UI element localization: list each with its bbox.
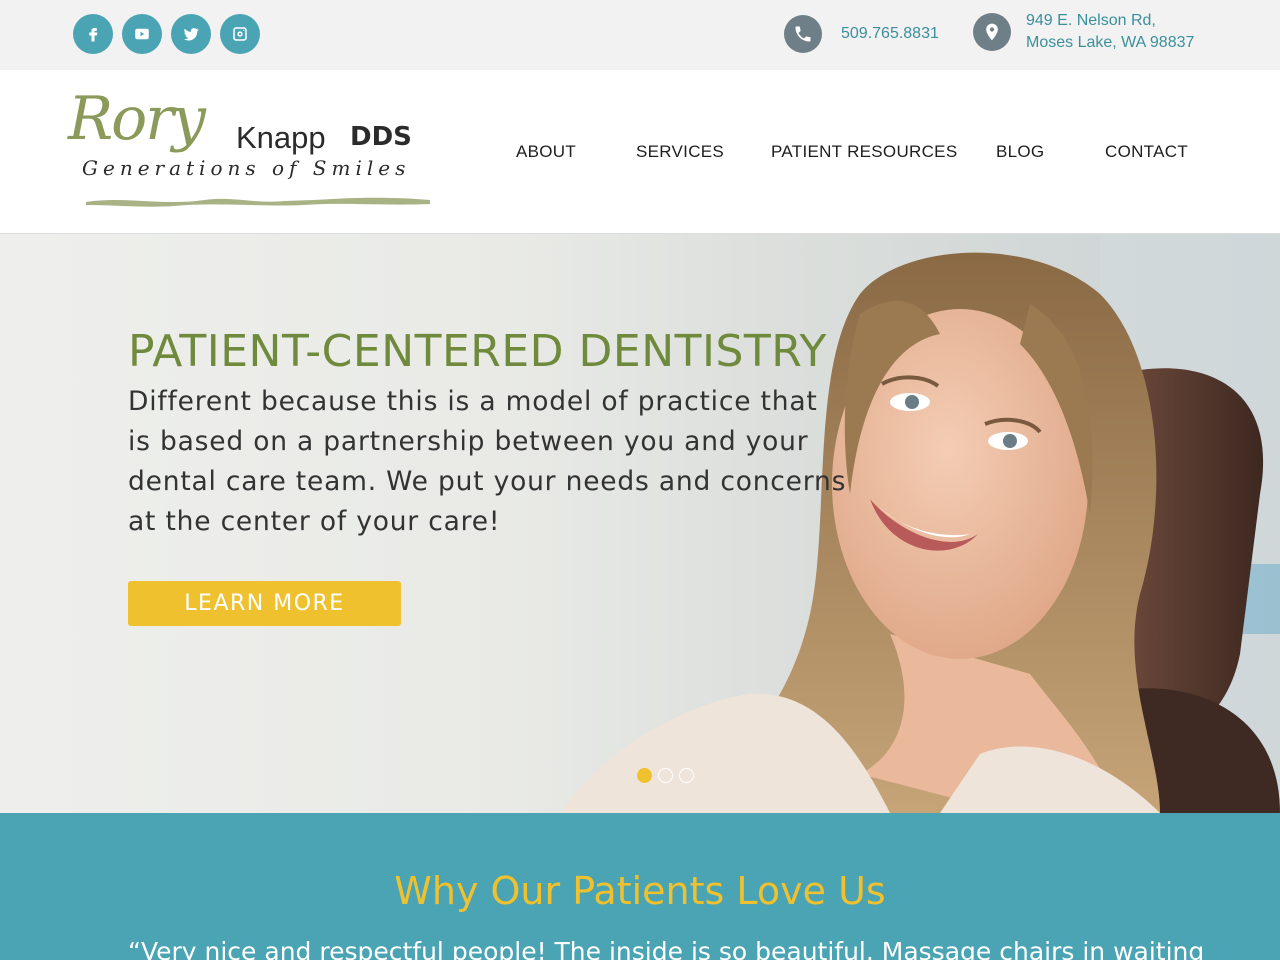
instagram-button[interactable]	[220, 14, 260, 54]
phone-contact: 509.765.8831	[784, 15, 939, 53]
site-logo[interactable]: Rory Knapp DDS Generations of Smiles	[68, 84, 436, 216]
slider-dot-2[interactable]	[658, 768, 673, 783]
hero-description: Different because this is a model of pra…	[128, 386, 847, 537]
logo-tagline: Generations of Smiles	[82, 156, 411, 180]
logo-script-text: Rory	[68, 84, 206, 154]
youtube-button[interactable]	[122, 14, 162, 54]
logo-brush-stroke	[86, 197, 430, 207]
phone-icon-circle	[784, 15, 822, 53]
phone-number-link[interactable]: 509.765.8831	[841, 25, 939, 43]
address-line-1: 949 E. Nelson Rd,	[1026, 12, 1156, 29]
twitter-button[interactable]	[171, 14, 211, 54]
top-bar: 509.765.8831 949 E. Nelson Rd, Moses Lak…	[0, 0, 1280, 70]
learn-more-button[interactable]: LEARN MORE	[128, 581, 401, 626]
testimonial-quote: “Very nice and respectful people! The in…	[128, 937, 1205, 960]
youtube-icon	[135, 28, 149, 40]
location-icon-circle	[973, 13, 1011, 51]
logo-name-text: Knapp	[236, 120, 326, 155]
social-links	[73, 14, 260, 54]
phone-icon	[795, 26, 811, 42]
hero-slider: PATIENT-CENTERED DENTISTRY Different bec…	[0, 234, 1280, 813]
testimonials-section: Why Our Patients Love Us “Very nice and …	[0, 813, 1280, 960]
address-line-2: Moses Lake, WA 98837	[1026, 34, 1195, 51]
nav-about[interactable]: ABOUT	[516, 142, 576, 162]
map-pin-icon	[986, 23, 998, 41]
slider-dot-1[interactable]	[637, 768, 652, 783]
slider-dots	[637, 768, 694, 783]
testimonials-title: Why Our Patients Love Us	[394, 869, 886, 913]
main-nav: ABOUT SERVICES PATIENT RESOURCES BLOG CO…	[516, 142, 1196, 164]
facebook-button[interactable]	[73, 14, 113, 54]
address-link[interactable]: 949 E. Nelson Rd, Moses Lake, WA 98837	[1026, 10, 1194, 54]
hero-title: PATIENT-CENTERED DENTISTRY	[128, 326, 827, 377]
logo-suffix-text: DDS	[350, 122, 412, 152]
address-contact: 949 E. Nelson Rd, Moses Lake, WA 98837	[973, 10, 1194, 54]
facebook-icon	[89, 28, 98, 42]
nav-services[interactable]: SERVICES	[636, 142, 724, 162]
nav-patient-resources[interactable]: PATIENT RESOURCES	[771, 142, 957, 162]
site-header: Rory Knapp DDS Generations of Smiles ABO…	[0, 70, 1280, 234]
nav-blog[interactable]: BLOG	[996, 142, 1044, 162]
instagram-icon	[233, 27, 247, 41]
slider-dot-3[interactable]	[679, 768, 694, 783]
twitter-icon	[183, 28, 199, 41]
nav-contact[interactable]: CONTACT	[1105, 142, 1188, 162]
